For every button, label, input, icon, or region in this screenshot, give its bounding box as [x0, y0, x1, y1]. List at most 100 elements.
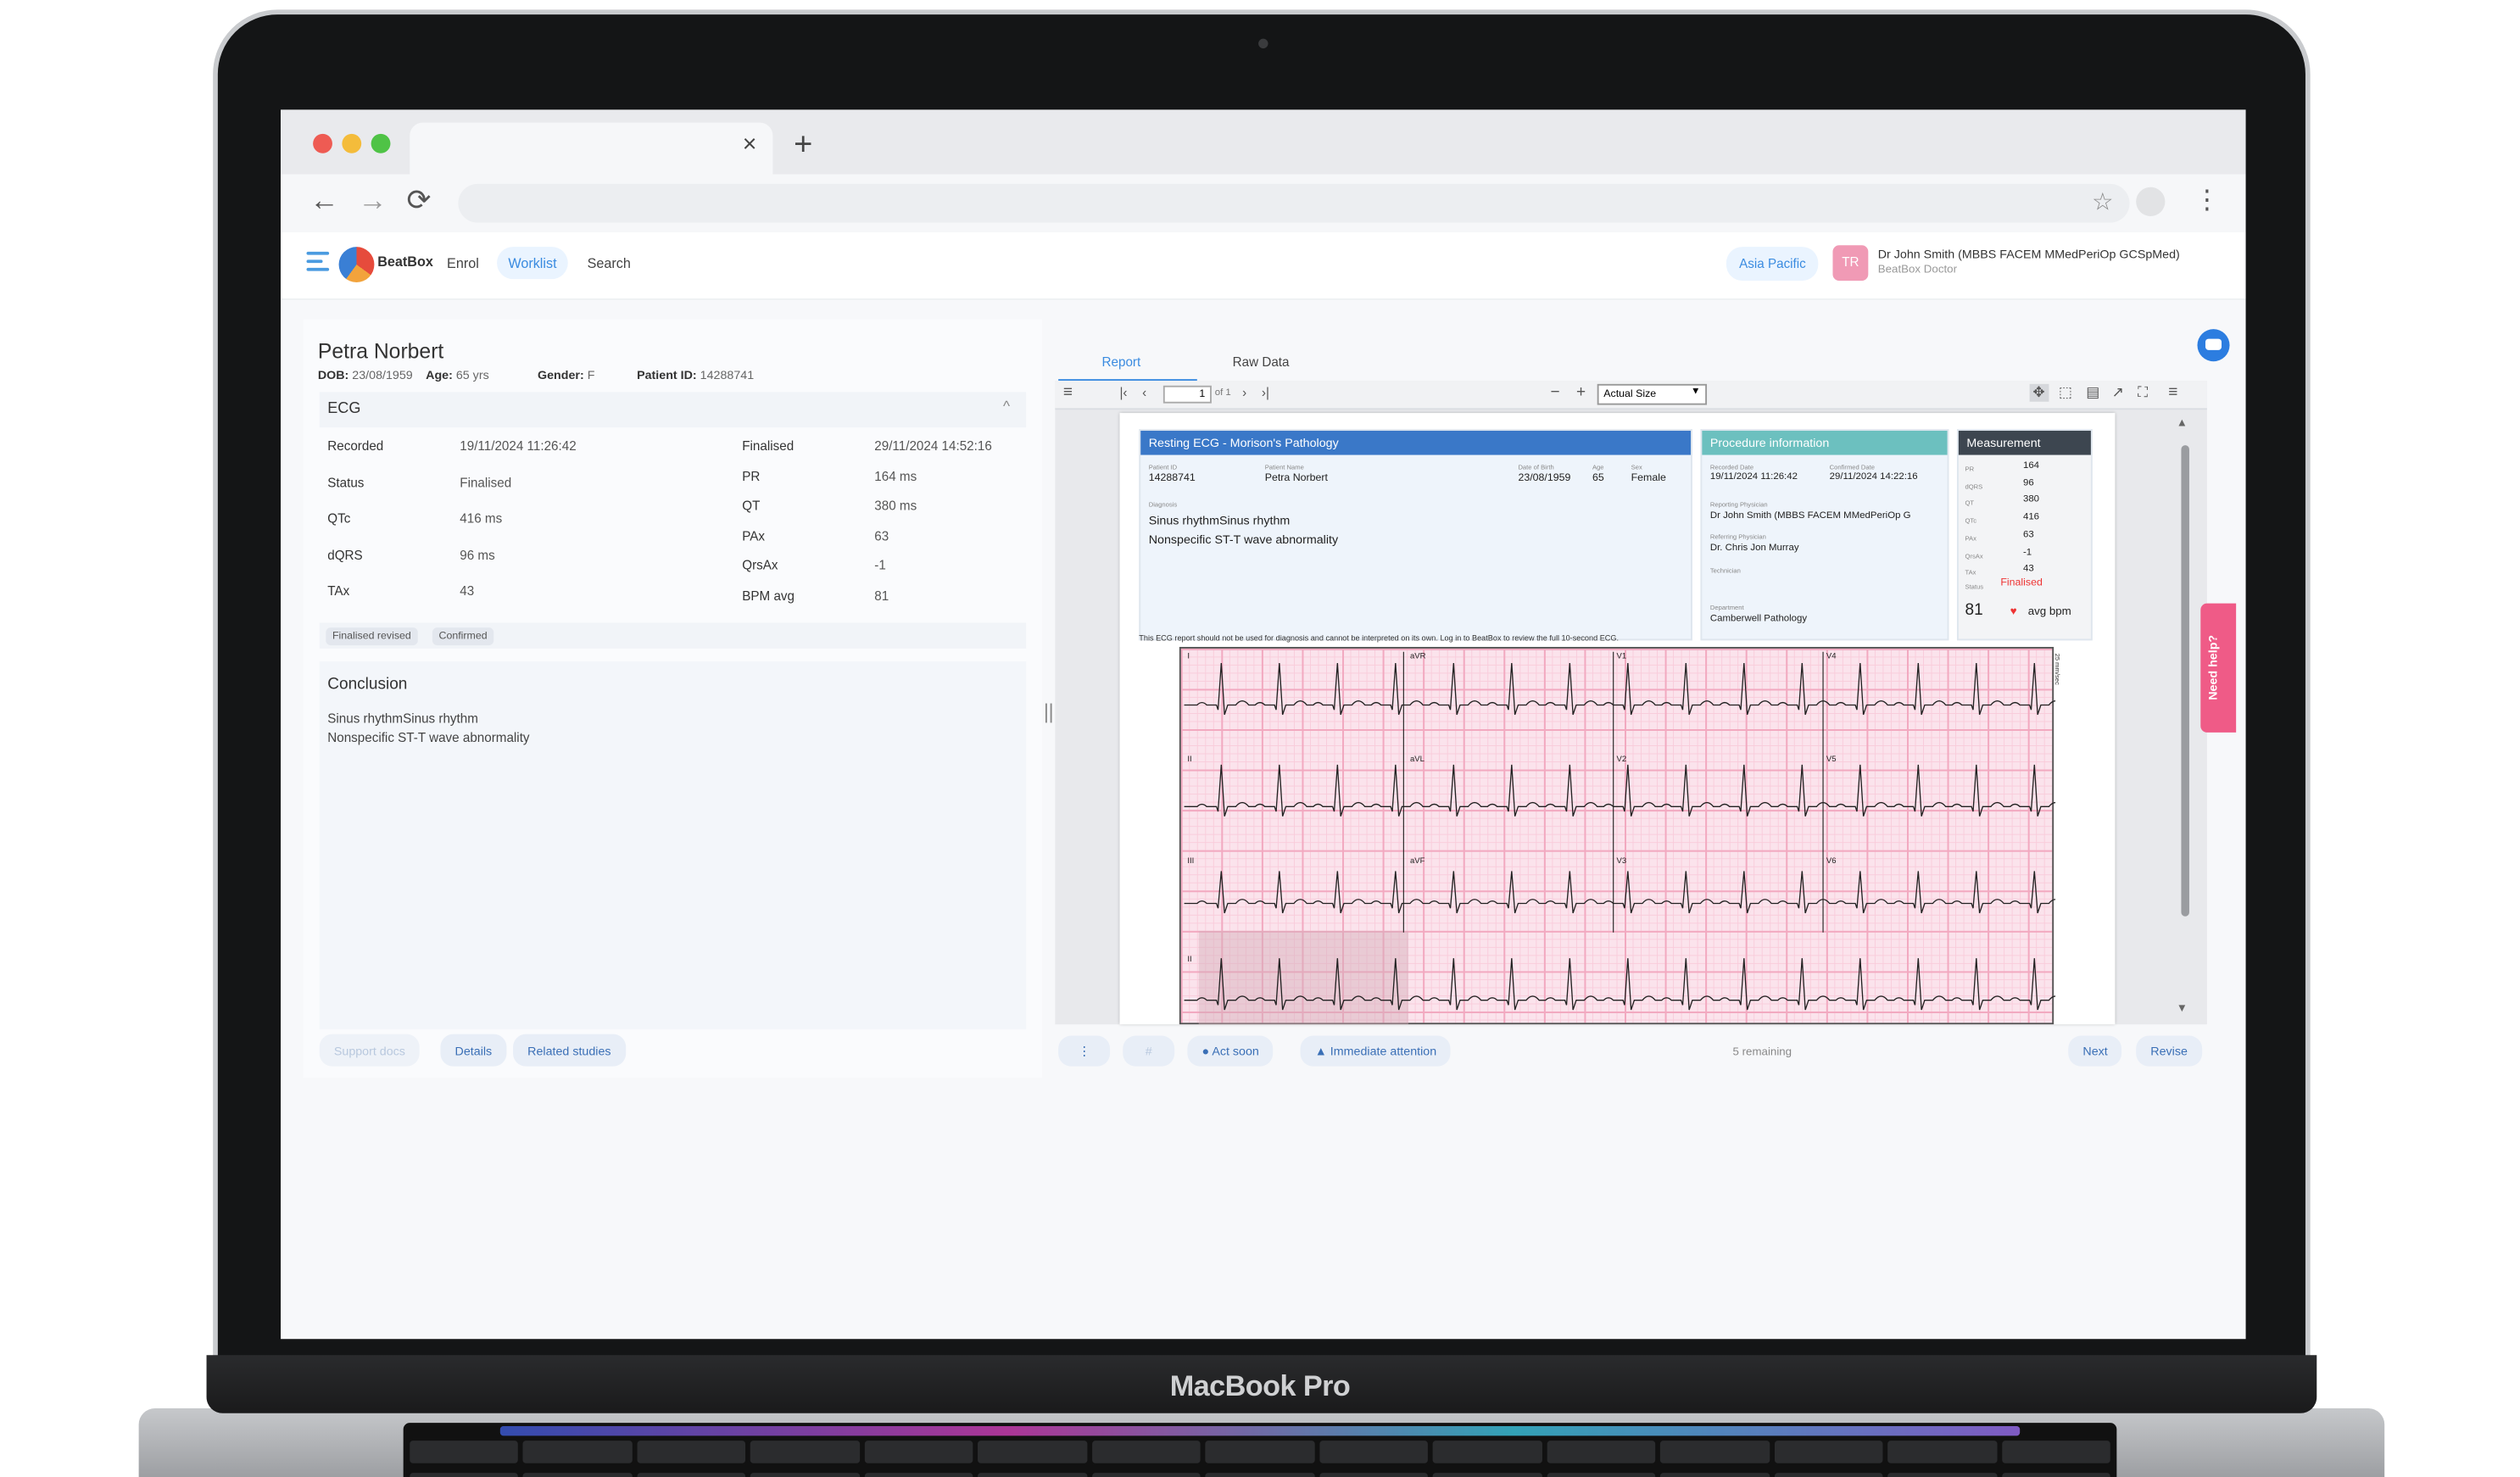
camera-icon: [1258, 38, 1268, 49]
procedure-department: Camberwell Pathology: [1709, 614, 1808, 625]
new-tab-icon[interactable]: +: [794, 127, 812, 164]
maximize-window-icon[interactable]: [371, 133, 391, 153]
browser-tab[interactable]: ×: [410, 122, 773, 175]
tag-button[interactable]: #: [1123, 1035, 1175, 1067]
measurement-label: dQRS: [1965, 482, 1983, 490]
prev-page-icon[interactable]: ‹: [1142, 386, 1146, 400]
viewer-menu-icon[interactable]: ≡: [2168, 384, 2177, 402]
tab-raw-data[interactable]: Raw Data: [1233, 355, 1290, 370]
more-actions-button[interactable]: ⋮: [1058, 1035, 1111, 1067]
avatar[interactable]: TR: [1832, 245, 1869, 281]
revise-button[interactable]: Revise: [2136, 1035, 2203, 1067]
zoom-out-icon[interactable]: −: [1550, 384, 1559, 402]
info-icon: ●: [1201, 1044, 1213, 1059]
field-value: 63: [874, 528, 889, 543]
measurement-value: 164: [2022, 461, 2040, 471]
scroll-up-icon[interactable]: ▲: [2177, 418, 2188, 429]
fullscreen-icon[interactable]: ⛶: [2138, 384, 2148, 402]
resize-handle[interactable]: [1045, 703, 1052, 723]
next-button[interactable]: Next: [2068, 1035, 2122, 1067]
open-external-icon[interactable]: ↗: [2112, 384, 2124, 402]
measurement-value: 96: [2022, 478, 2034, 488]
collapse-icon[interactable]: ^: [1003, 399, 1010, 415]
next-page-icon[interactable]: ›: [1242, 386, 1246, 400]
forward-icon[interactable]: →: [358, 184, 387, 218]
keyboard-key: [410, 1473, 519, 1477]
address-bar[interactable]: ☆: [458, 183, 2130, 223]
pan-tool-icon[interactable]: ✥: [2029, 383, 2049, 402]
brand-label: MacBook Pro: [1169, 1369, 1351, 1402]
report-title: Resting ECG - Morison's Pathology: [1140, 431, 1692, 455]
label-sex: Sex: [1631, 463, 1642, 471]
user-role: BeatBox Doctor: [1877, 265, 1958, 276]
measurement-value: 43: [2022, 565, 2034, 575]
keyboard-key: [2001, 1473, 2110, 1477]
act-soon-button[interactable]: ● Act soon: [1187, 1035, 1274, 1067]
hamburger-menu-icon[interactable]: [306, 251, 330, 276]
region-badge[interactable]: Asia Pacific: [1726, 247, 1820, 281]
immediate-attention-button[interactable]: ▲ Immediate attention: [1300, 1035, 1452, 1067]
need-help-tab[interactable]: Need help?: [2200, 603, 2237, 733]
keyboard-key: [1547, 1441, 1656, 1463]
warning-icon: ▲: [1314, 1044, 1330, 1059]
profile-icon[interactable]: [2136, 187, 2166, 216]
nav-enrol[interactable]: Enrol: [436, 247, 490, 279]
close-window-icon[interactable]: [313, 133, 332, 153]
nav-worklist[interactable]: Worklist: [497, 247, 568, 280]
measurement-label: QT: [1965, 499, 1975, 508]
app-header: BeatBox Enrol Worklist Search Asia Pacif…: [281, 231, 2246, 300]
nav-search[interactable]: Search: [576, 247, 642, 279]
measurement-label: PAx: [1965, 533, 1976, 542]
back-icon[interactable]: ←: [309, 184, 338, 218]
keyboard-key: [1887, 1441, 1997, 1463]
details-button[interactable]: Details: [440, 1034, 507, 1067]
keyboard-key: [750, 1473, 860, 1477]
select-tool-icon[interactable]: ⬚: [2059, 384, 2072, 402]
keyboard-key: [523, 1473, 633, 1477]
ecg-lead-row: [1184, 662, 2056, 716]
screen: × + ← → ⟳ ☆ ⋮ BeatBox Enrol Worklist Sea…: [281, 109, 2246, 1340]
browser-menu-icon[interactable]: ⋮: [2194, 184, 2220, 216]
scrollbar-thumb[interactable]: [2181, 445, 2189, 917]
scroll-down-icon[interactable]: ▼: [2177, 1003, 2188, 1014]
measurement-bpm-unit: avg bpm: [2027, 606, 2071, 618]
report-page: Resting ECG - Morison's Pathology Patien…: [1119, 413, 2116, 1025]
bookmark-star-icon[interactable]: ☆: [2092, 187, 2114, 216]
ecg-lead-row: [1184, 764, 2056, 817]
zoom-select[interactable]: Actual Size ▼: [1597, 383, 1708, 405]
measurement-value: 63: [2022, 530, 2034, 541]
measurement-value: -1: [2022, 547, 2032, 558]
minimize-window-icon[interactable]: [342, 133, 362, 153]
reload-icon[interactable]: ⟳: [406, 184, 431, 218]
remaining-count: 5 remaining: [1732, 1046, 1792, 1059]
field-label: BPM avg: [742, 588, 795, 604]
keyboard-key: [410, 1441, 519, 1463]
zoom-in-icon[interactable]: +: [1576, 384, 1586, 402]
keyboard-key: [864, 1473, 973, 1477]
field-label: Recorded: [327, 438, 384, 454]
stage: MacBook Pro × + ← → ⟳ ☆ ⋮ BeatBox Enrol …: [0, 0, 2520, 1477]
dob-label: DOB:: [317, 367, 349, 382]
field-value: -1: [874, 559, 886, 574]
first-page-icon[interactable]: |‹: [1119, 386, 1127, 400]
download-icon[interactable]: ▤: [2086, 384, 2099, 402]
heart-icon: ♥: [2010, 606, 2017, 618]
label-recorded-date: Recorded Date: [1709, 463, 1754, 471]
ecg-trace: [1184, 651, 2056, 1011]
related-studies-button[interactable]: Related studies: [513, 1034, 626, 1067]
ecg-section-header[interactable]: ECG ^: [319, 392, 1027, 428]
field-label: QT: [742, 499, 761, 514]
tab-report[interactable]: Report: [1102, 355, 1141, 370]
pdf-viewer: ≡ |‹ ‹ 1 of 1 › ›| − + Actual Size ▼ ✥ ⬚ …: [1055, 381, 2207, 1025]
patient-id-value: 14288741: [700, 367, 755, 382]
label-technician: Technician: [1709, 566, 1741, 575]
age-value: 65 yrs: [455, 367, 489, 382]
sidebar-toggle-icon[interactable]: ≡: [1063, 384, 1073, 402]
close-tab-icon[interactable]: ×: [743, 131, 757, 158]
last-page-icon[interactable]: ›|: [1262, 386, 1269, 400]
browser-toolbar: ← → ⟳ ☆ ⋮: [281, 174, 2246, 232]
page-number-input[interactable]: 1: [1162, 385, 1212, 404]
label-status: Status: [1965, 582, 1984, 591]
paper-speed: 25 mm/sec: [2054, 653, 2062, 685]
support-docs-button[interactable]: Support docs: [319, 1034, 421, 1067]
